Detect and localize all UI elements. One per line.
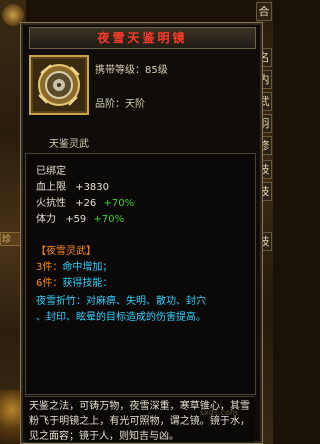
set-bonus-row: 3件：命中增加； xyxy=(36,258,112,273)
stat-name: 体力 xyxy=(36,214,56,225)
carry-level: 携带等级：85级 xyxy=(95,65,168,76)
set-bonus-row: 6件：获得技能： xyxy=(36,274,112,289)
set-bonus-text: 获得技能： xyxy=(62,278,113,289)
item-tooltip: 夜雪天鉴明镜 携带等级：85级 品阶：天阶 天鉴灵武 已绑定 血上限 +3830… xyxy=(20,22,263,444)
item-description: 天鉴之法，可铸万物，夜雪深重，寒草锥心，其雪粉飞于明镜之上，有光可照物，谓之镜。… xyxy=(25,396,254,442)
item-type: 天鉴灵武 xyxy=(49,139,89,150)
skill-desc-line-1: 夜雪折竹：对麻痹、失明、散功、封穴 xyxy=(36,296,206,307)
skill-desc-line-2: 、封印、眩晕的目标造成的伤害提高。 xyxy=(36,312,206,323)
set-count: 6件： xyxy=(36,278,63,289)
stat-row: 血上限 +3830 xyxy=(36,178,109,193)
set-bonus-text: 命中增加； xyxy=(62,262,113,273)
set-count: 3件： xyxy=(36,262,63,273)
stat-value: +3830 xyxy=(75,182,110,193)
side-tab-1[interactable]: 合 xyxy=(256,2,272,21)
bound-status: 已绑定 xyxy=(36,166,66,177)
stat-name: 火抗性 xyxy=(36,198,66,209)
stat-name: 血上限 xyxy=(36,182,66,193)
stat-bonus: +70% xyxy=(103,198,135,209)
set-name: 【夜雪灵武】 xyxy=(36,246,96,257)
item-title: 夜雪天鉴明镜 xyxy=(29,27,256,49)
watermark: sxds.com xyxy=(200,408,238,417)
item-icon-frame xyxy=(29,55,89,115)
left-tab-label: 珍 xyxy=(2,235,12,245)
item-grade: 品阶：天阶 xyxy=(95,99,145,110)
stat-row: 火抗性 +26 +70% xyxy=(36,194,134,209)
stat-bonus: +70% xyxy=(93,214,125,225)
stat-row: 体力 +59 +70% xyxy=(36,210,124,225)
mirror-icon xyxy=(33,59,85,111)
stat-value: +26 xyxy=(75,198,97,209)
stat-value: +59 xyxy=(65,214,87,225)
item-stats-box: 已绑定 血上限 +3830 火抗性 +26 +70% 体力 +59 +70% 【… xyxy=(25,153,256,395)
